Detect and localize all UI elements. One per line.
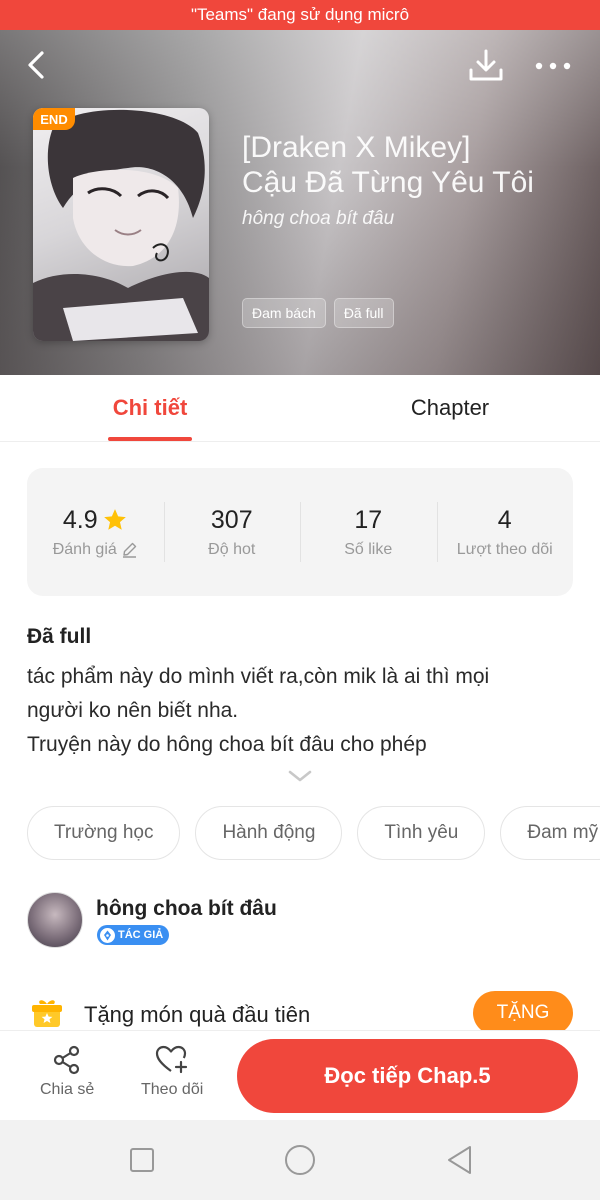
share-icon [54,1045,80,1075]
more-horizontal-icon [535,62,571,70]
story-title-line1: [Draken X Mikey] [242,131,471,164]
author-badge-label: TÁC GIẢ [118,929,164,941]
genre-tags: Đam bách Đã full [242,298,394,328]
stat-value: 307 [210,505,253,534]
stat-rating[interactable]: 4.9 Đánh giá [27,468,164,596]
completion-status: Đã full [27,625,92,648]
description-line: Truyện này do hông choa bít đâu cho phép [27,733,427,756]
back-button[interactable] [20,48,54,82]
system-back-button[interactable] [444,1144,476,1176]
gift-prompt: Tặng món quà đầu tiên [84,1002,311,1027]
tab-details[interactable]: Chi tiết [0,375,300,442]
share-button[interactable]: Chia sẻ [40,1045,94,1099]
share-label: Chia sẻ [40,1081,95,1098]
heart-plus-icon [156,1045,188,1074]
chevron-down-icon [288,770,312,782]
stat-value: 17 [354,505,383,534]
description-line: tác phẩm này do mình viết ra,còn mik là … [27,665,490,688]
star-icon [103,509,126,530]
recent-apps-button[interactable] [126,1144,158,1176]
stat-likes: 17 Số like [300,468,437,596]
square-icon [130,1148,154,1172]
gift-icon [31,998,63,1028]
category-chips: Trường học Hành động Tình yêu Đam mỹ [27,806,600,860]
expand-description-button[interactable] [287,768,313,786]
description-line: người ko nên biết nha. [27,699,239,722]
rating-label: Đánh giá [52,540,117,558]
story-author: hông choa bít đâu [242,208,395,229]
cover-illustration [33,109,209,341]
stat-label: Lượt theo dõi [456,540,553,558]
stats-card: 4.9 Đánh giá 307 Độ hot 17 Số like 4 Lượ… [27,468,573,596]
author-name[interactable]: hông choa bít đâu [96,897,277,921]
story-title-line2: Cậu Đã Từng Yêu Tôi [242,166,534,199]
home-button[interactable] [284,1144,316,1176]
bottom-action-bar: Chia sẻ Theo dõi Đọc tiếp Chap.5 [0,1030,600,1120]
story-description: tác phẩm này do mình viết ra,còn mik là … [27,660,587,762]
continue-reading-button[interactable]: Đọc tiếp Chap.5 [237,1039,578,1113]
story-title: [Draken X Mikey] Cậu Đã Từng Yêu Tôi [242,130,582,200]
author-avatar[interactable] [27,892,83,948]
stat-label: Độ hot [208,540,256,558]
story-hero: END [Draken X Mikey] Cậu Đã Từng Yêu Tôi… [0,30,600,375]
follow-label: Theo dõi [141,1081,204,1098]
tab-chapters[interactable]: Chapter [300,375,600,442]
triangle-back-icon [448,1146,471,1174]
category-chip[interactable]: Tình yêu [357,806,486,860]
stat-value: 4 [497,505,512,534]
gift-button[interactable]: TẶNG [473,991,573,1035]
genre-tag[interactable]: Đã full [333,298,394,328]
stat-value: 4.9 [63,506,128,535]
category-chip[interactable]: Hành động [195,806,343,860]
stat-label: Số like [344,540,393,558]
category-chip[interactable]: Đam mỹ [500,806,600,860]
end-badge: END [33,108,75,130]
system-navigation-bar [0,1120,600,1200]
active-tab-indicator [108,437,192,441]
stat-hot: 307 Độ hot [163,468,301,596]
edit-pencil-icon [122,542,136,558]
mic-usage-banner: "Teams" đang sử dụng micrô [0,0,600,30]
circle-icon [285,1145,315,1175]
download-button[interactable] [466,48,506,84]
download-icon [469,49,503,81]
more-options-button[interactable] [532,54,574,78]
chevron-left-icon [28,51,44,79]
detail-tabs: Chi tiết Chapter [0,375,600,442]
genre-tag[interactable]: Đam bách [242,298,326,328]
pen-nib-icon [100,927,115,943]
follow-button[interactable]: Theo dõi [141,1045,203,1099]
stat-followers: 4 Lượt theo dõi [436,468,574,596]
rating-value: 4.9 [62,505,98,534]
story-cover: END [33,108,209,341]
stat-label: Đánh giá [53,541,138,559]
category-chip[interactable]: Trường học [27,806,181,860]
author-badge: TÁC GIẢ [97,925,170,945]
